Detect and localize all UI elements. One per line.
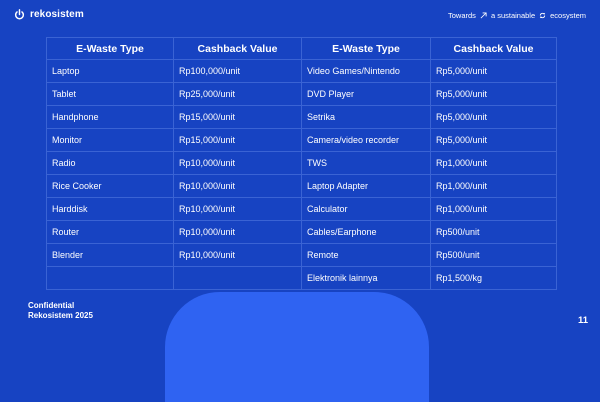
cell-ewaste-type xyxy=(46,266,174,290)
cell-ewaste-type: DVD Player xyxy=(301,82,431,106)
header-cashback-value-right: Cashback Value xyxy=(430,37,557,60)
cell-cashback-value: Rp1,000/unit xyxy=(430,197,557,221)
cell-ewaste-type: Remote xyxy=(301,243,431,267)
cell-ewaste-type: Laptop Adapter xyxy=(301,174,431,198)
cell-ewaste-type: Calculator xyxy=(301,197,431,221)
cell-ewaste-type: Radio xyxy=(46,151,174,175)
cell-ewaste-type: Monitor xyxy=(46,128,174,152)
cell-cashback-value: Rp10,000/unit xyxy=(173,220,302,244)
table-row: Radio Rp10,000/unit TWS Rp1,000/unit xyxy=(46,151,557,175)
tagline: Towards a sustainable ecosystem xyxy=(448,11,586,20)
table-row: Monitor Rp15,000/unit Camera/video recor… xyxy=(46,128,557,152)
table-row: Router Rp10,000/unit Cables/Earphone Rp5… xyxy=(46,220,557,244)
cell-cashback-value: Rp5,000/unit xyxy=(430,105,557,129)
table-row: Elektronik lainnya Rp1,500/kg xyxy=(46,266,557,290)
confidential-note: Confidential Rekosistem 2025 xyxy=(28,301,93,321)
cell-cashback-value: Rp10,000/unit xyxy=(173,197,302,221)
cell-ewaste-type: Handphone xyxy=(46,105,174,129)
cell-ewaste-type: Blender xyxy=(46,243,174,267)
brand-name: rekosistem xyxy=(30,9,84,20)
decorative-bottom-shape xyxy=(165,292,429,402)
cell-ewaste-type: Rice Cooker xyxy=(46,174,174,198)
cell-cashback-value: Rp5,000/unit xyxy=(430,128,557,152)
cell-cashback-value: Rp25,000/unit xyxy=(173,82,302,106)
power-logo-icon xyxy=(14,9,25,20)
header-cashback-value-left: Cashback Value xyxy=(173,37,302,60)
cell-cashback-value: Rp500/unit xyxy=(430,243,557,267)
table-row: Harddisk Rp10,000/unit Calculator Rp1,00… xyxy=(46,197,557,221)
arrow-up-right-icon xyxy=(480,12,487,19)
company-year-label: Rekosistem 2025 xyxy=(28,311,93,320)
slide: rekosistem Towards a sustainable ecosyst… xyxy=(0,0,600,402)
cell-ewaste-type: Elektronik lainnya xyxy=(301,266,431,290)
cell-cashback-value: Rp15,000/unit xyxy=(173,105,302,129)
cell-cashback-value xyxy=(173,266,302,290)
table-row: Rice Cooker Rp10,000/unit Laptop Adapter… xyxy=(46,174,557,198)
cell-ewaste-type: TWS xyxy=(301,151,431,175)
cell-cashback-value: Rp1,000/unit xyxy=(430,174,557,198)
cell-cashback-value: Rp10,000/unit xyxy=(173,174,302,198)
table-row: Laptop Rp100,000/unit Video Games/Ninten… xyxy=(46,59,557,83)
cell-ewaste-type: Setrika xyxy=(301,105,431,129)
cell-cashback-value: Rp10,000/unit xyxy=(173,151,302,175)
cashback-table: E-Waste Type Cashback Value E-Waste Type… xyxy=(46,37,557,290)
cell-ewaste-type: Video Games/Nintendo xyxy=(301,59,431,83)
header-ewaste-type-left: E-Waste Type xyxy=(46,37,174,60)
cell-cashback-value: Rp5,000/unit xyxy=(430,59,557,83)
tagline-text-towards: Towards xyxy=(448,11,476,20)
tagline-text-sustainable: a sustainable xyxy=(490,11,536,20)
table-row: Handphone Rp15,000/unit Setrika Rp5,000/… xyxy=(46,105,557,129)
recycle-icon xyxy=(540,12,546,19)
cell-ewaste-type: Tablet xyxy=(46,82,174,106)
cell-cashback-value: Rp100,000/unit xyxy=(173,59,302,83)
page-number: 11 xyxy=(577,315,588,326)
table-row: Blender Rp10,000/unit Remote Rp500/unit xyxy=(46,243,557,267)
cell-cashback-value: Rp1,500/kg xyxy=(430,266,557,290)
table-row: Tablet Rp25,000/unit DVD Player Rp5,000/… xyxy=(46,82,557,106)
table-header-row: E-Waste Type Cashback Value E-Waste Type… xyxy=(46,37,557,60)
cell-cashback-value: Rp15,000/unit xyxy=(173,128,302,152)
header-ewaste-type-right: E-Waste Type xyxy=(301,37,431,60)
cell-cashback-value: Rp10,000/unit xyxy=(173,243,302,267)
tagline-text-ecosystem: ecosystem xyxy=(550,11,586,20)
cell-ewaste-type: Camera/video recorder xyxy=(301,128,431,152)
cell-cashback-value: Rp1,000/unit xyxy=(430,151,557,175)
confidential-label: Confidential xyxy=(28,301,75,310)
cell-cashback-value: Rp500/unit xyxy=(430,220,557,244)
cell-ewaste-type: Laptop xyxy=(46,59,174,83)
cell-ewaste-type: Cables/Earphone xyxy=(301,220,431,244)
cell-cashback-value: Rp5,000/unit xyxy=(430,82,557,106)
cell-ewaste-type: Router xyxy=(46,220,174,244)
brand: rekosistem xyxy=(14,9,84,20)
cell-ewaste-type: Harddisk xyxy=(46,197,174,221)
